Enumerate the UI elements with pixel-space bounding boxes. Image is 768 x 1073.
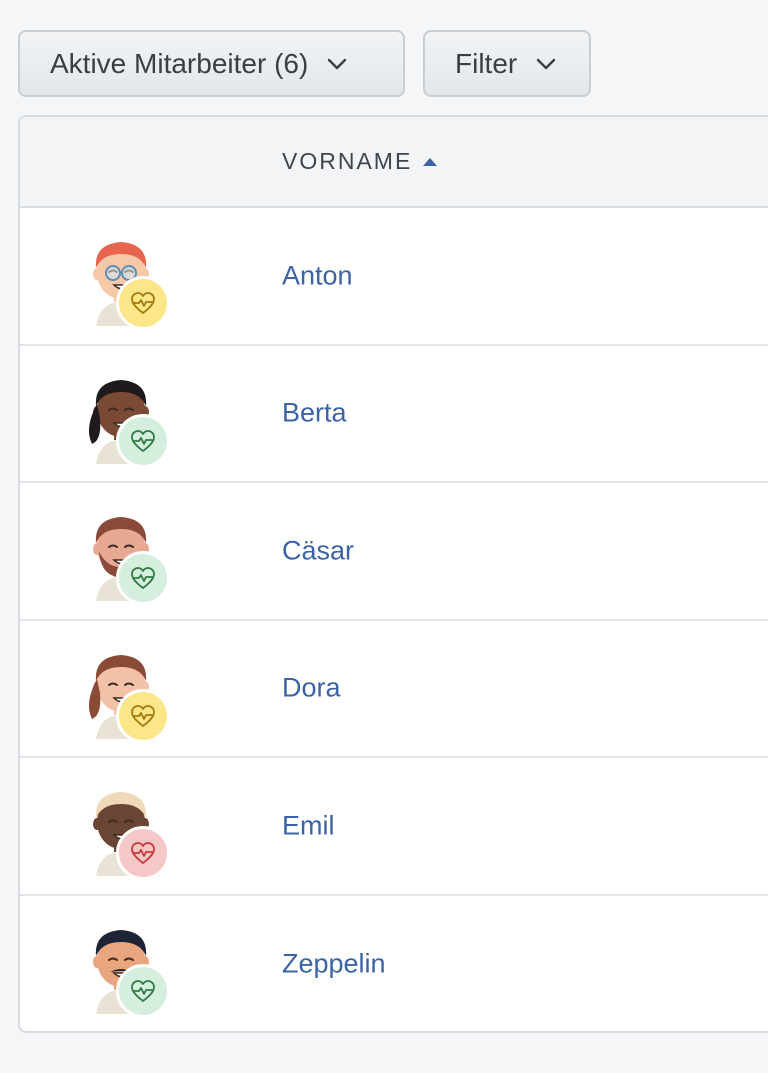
employee-table: VORNAME Anton Berta Cäsar Dora Emil Zeppelin bbox=[18, 115, 768, 1033]
employee-name-link[interactable]: Emil bbox=[282, 810, 335, 841]
active-employees-dropdown[interactable]: Aktive Mitarbeiter (6) bbox=[18, 30, 405, 97]
table-header: VORNAME bbox=[20, 117, 768, 208]
health-status-yellow-icon bbox=[116, 688, 170, 743]
filter-label: Filter bbox=[455, 47, 518, 79]
table-row[interactable]: Berta bbox=[20, 346, 768, 483]
column-header-label: VORNAME bbox=[282, 148, 413, 174]
table-row[interactable]: Cäsar bbox=[20, 483, 768, 621]
table-row[interactable]: Anton bbox=[20, 208, 768, 346]
employee-name-link[interactable]: Zeppelin bbox=[282, 949, 386, 980]
employee-name-link[interactable]: Cäsar bbox=[282, 535, 354, 566]
health-status-green-icon bbox=[116, 551, 170, 605]
health-status-green-icon bbox=[116, 963, 170, 1018]
health-status-green-icon bbox=[116, 413, 170, 468]
table-row[interactable]: Zeppelin bbox=[20, 896, 768, 1032]
health-status-yellow-icon bbox=[116, 276, 170, 330]
chevron-down-icon bbox=[535, 53, 557, 75]
filter-dropdown[interactable]: Filter bbox=[423, 30, 591, 97]
employee-name-link[interactable]: Berta bbox=[282, 398, 347, 429]
employee-name-link[interactable]: Anton bbox=[282, 260, 353, 291]
sort-ascending-icon bbox=[422, 157, 438, 167]
active-employees-label: Aktive Mitarbeiter (6) bbox=[50, 47, 309, 79]
table-row[interactable]: Emil bbox=[20, 758, 768, 896]
column-header-firstname[interactable]: VORNAME bbox=[282, 148, 438, 175]
health-status-red-icon bbox=[116, 826, 170, 880]
chevron-down-icon bbox=[326, 53, 348, 75]
table-body: Anton Berta Cäsar Dora Emil Zeppelin bbox=[20, 208, 768, 1032]
employee-name-link[interactable]: Dora bbox=[282, 673, 341, 704]
table-row[interactable]: Dora bbox=[20, 621, 768, 758]
toolbar: Aktive Mitarbeiter (6) Filter bbox=[18, 30, 591, 97]
